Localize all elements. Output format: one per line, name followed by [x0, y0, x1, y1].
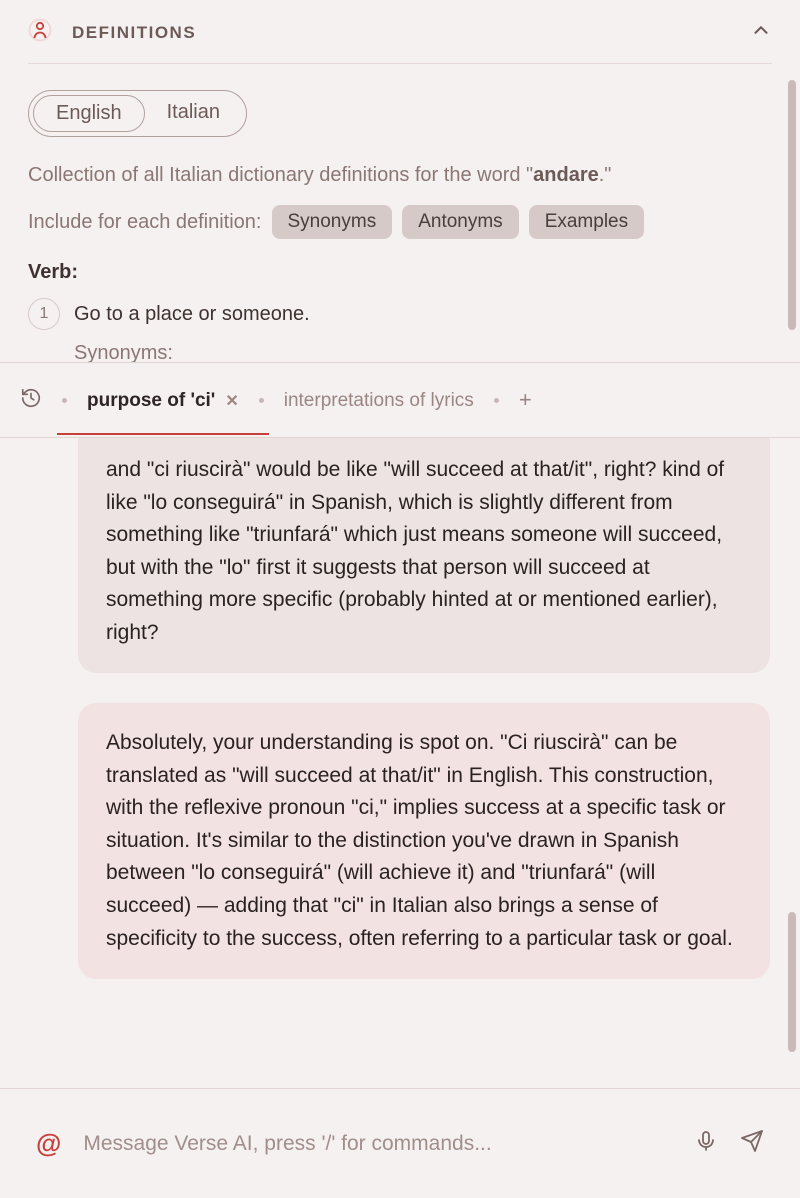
assistant-message: Absolutely, your understanding is spot o… — [78, 703, 770, 979]
include-row: Include for each definition: Synonyms An… — [28, 205, 772, 239]
tab-separator-dot — [494, 398, 499, 403]
composer-bar: @ — [0, 1088, 800, 1198]
chevron-up-icon[interactable] — [750, 19, 772, 46]
chat-area: and "ci riuscirà" would be like "will su… — [0, 438, 800, 1088]
pos-text: Verb — [28, 261, 71, 283]
tab-purpose-of-ci[interactable]: purpose of 'ci' ✕ — [81, 366, 245, 434]
definition-text: Go to a place or someone. — [74, 303, 310, 326]
tab-separator-dot — [259, 398, 264, 403]
language-english[interactable]: English — [33, 95, 145, 132]
collection-suffix: ." — [599, 164, 612, 186]
include-label: Include for each definition: — [28, 211, 262, 234]
microphone-icon[interactable] — [694, 1129, 718, 1158]
pos-suffix: : — [71, 261, 78, 283]
message-input[interactable] — [83, 1132, 672, 1156]
tab-separator-dot — [62, 398, 67, 403]
part-of-speech: Verb: — [28, 261, 772, 284]
tab-label: purpose of 'ci' — [87, 390, 215, 412]
user-message: and "ci riuscirà" would be like "will su… — [78, 438, 770, 673]
scrollbar-thumb[interactable] — [788, 912, 796, 1052]
definition-number: 1 — [28, 298, 60, 330]
close-icon[interactable]: ✕ — [225, 391, 238, 411]
definitions-title: DEFINITIONS — [72, 23, 730, 43]
language-italian[interactable]: Italian — [145, 95, 242, 132]
add-tab-button[interactable]: + — [513, 387, 538, 413]
definition-row: 1 Go to a place or someone. — [28, 298, 772, 330]
tab-label: interpretations of lyrics — [284, 390, 474, 412]
mention-icon[interactable]: @ — [36, 1128, 61, 1159]
collection-prefix: Collection of all Italian dictionary def… — [28, 164, 533, 186]
tab-strip: purpose of 'ci' ✕ interpretations of lyr… — [0, 362, 800, 438]
tab-interpretations[interactable]: interpretations of lyrics — [278, 366, 480, 434]
history-icon[interactable] — [14, 381, 48, 420]
chip-synonyms[interactable]: Synonyms — [272, 205, 393, 239]
chip-antonyms[interactable]: Antonyms — [402, 205, 518, 239]
chip-examples[interactable]: Examples — [529, 205, 644, 239]
lookup-word: andare — [533, 164, 599, 186]
user-pin-icon — [28, 18, 52, 47]
send-icon[interactable] — [740, 1129, 764, 1158]
collection-description: Collection of all Italian dictionary def… — [28, 161, 772, 189]
definitions-header: DEFINITIONS — [28, 18, 772, 64]
synonyms-label: Synonyms: — [74, 342, 772, 362]
scrollbar-thumb[interactable] — [788, 80, 796, 330]
language-toggle: English Italian — [28, 90, 772, 137]
definitions-panel: DEFINITIONS English Italian Collection o… — [0, 0, 800, 362]
language-group: English Italian — [28, 90, 247, 137]
